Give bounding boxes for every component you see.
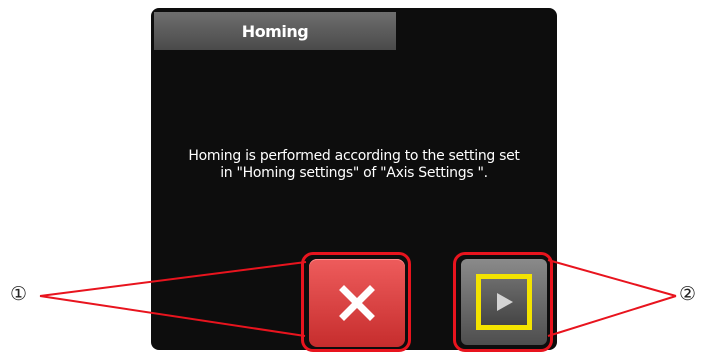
callout-line-2b bbox=[547, 295, 677, 337]
callout-number-1: ① bbox=[10, 283, 28, 305]
dialog-message: Homing is performed according to the set… bbox=[151, 148, 557, 182]
highlight-box-2 bbox=[453, 252, 553, 352]
callout-line-2a bbox=[547, 259, 677, 297]
message-line-1: Homing is performed according to the set… bbox=[188, 148, 520, 164]
callout-number-2: ② bbox=[679, 283, 697, 305]
highlight-box-1 bbox=[301, 252, 411, 352]
message-line-2: in "Homing settings" of "Axis Settings "… bbox=[220, 165, 488, 181]
dialog-title: Homing bbox=[154, 12, 396, 50]
